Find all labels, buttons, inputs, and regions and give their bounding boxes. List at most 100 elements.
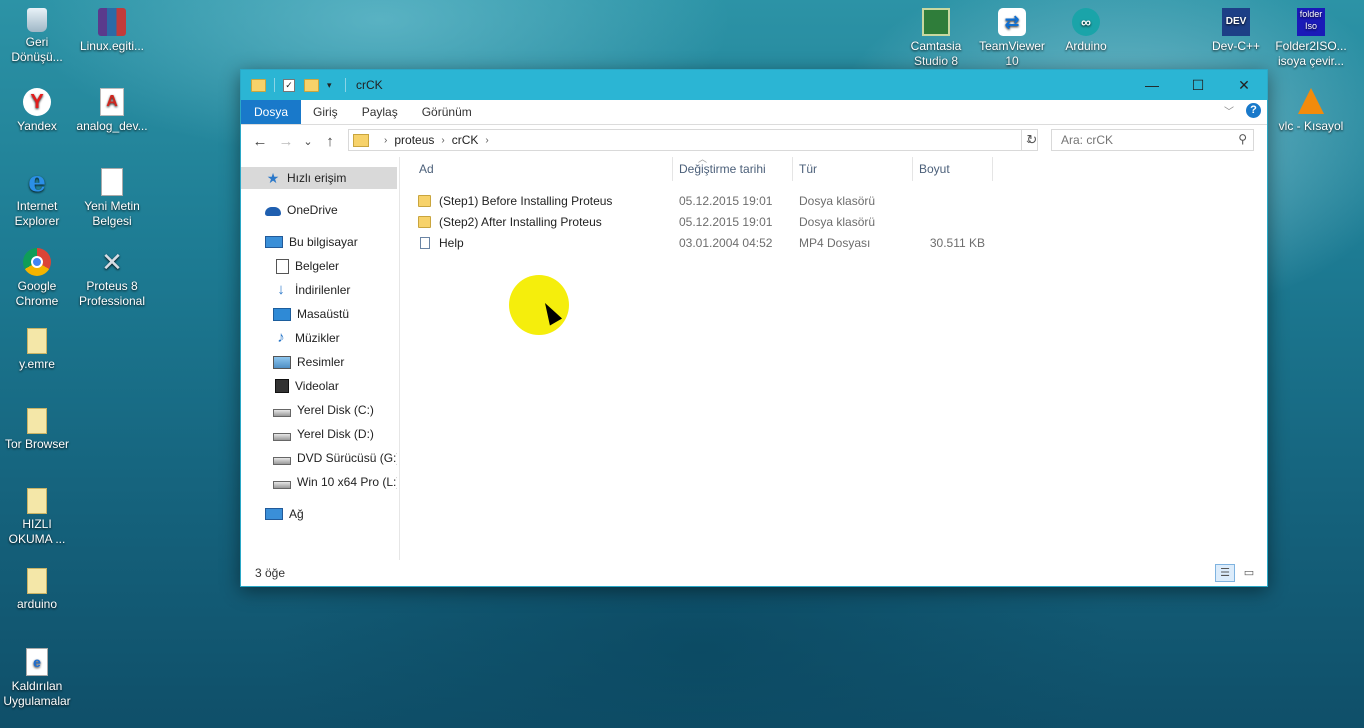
camtasia-icon: [922, 8, 950, 36]
nav-item-music[interactable]: ♪ Müzikler: [241, 327, 397, 349]
tab-giris[interactable]: Giriş: [301, 100, 350, 124]
nav-item-videos[interactable]: Videolar: [241, 375, 397, 397]
nav-item-this-pc[interactable]: Bu bilgisayar: [241, 231, 397, 253]
nav-item-downloads[interactable]: ↓ İndirilenler: [241, 279, 397, 301]
search-icon[interactable]: ⚲: [1238, 132, 1247, 146]
title-bar[interactable]: ✓ ▾ crCK — ☐ ✕: [241, 70, 1267, 100]
expand-ribbon-chevron-icon[interactable]: ﹀: [1224, 103, 1234, 118]
file-type: MP4 Dosyası: [799, 236, 871, 250]
new-folder-icon[interactable]: [304, 78, 319, 92]
winrar-archive-icon: [98, 8, 126, 36]
nav-item-label: Videolar: [295, 379, 339, 393]
properties-checkbox-icon[interactable]: ✓: [283, 78, 295, 92]
desktop-icon-folder2iso[interactable]: folder Iso Folder2ISO... isoya çevir...: [1274, 8, 1348, 69]
desktop-folder-icon: [273, 307, 291, 321]
desktop-icon-teamviewer[interactable]: ⇄ TeamViewer 10: [975, 8, 1049, 69]
nav-item-onedrive[interactable]: OneDrive: [241, 199, 397, 221]
desktop-icon-google-chrome[interactable]: Google Chrome: [0, 248, 74, 309]
address-bar[interactable]: › proteus › crCK › ⌄: [348, 129, 1038, 151]
tab-paylas[interactable]: Paylaş: [350, 100, 410, 124]
quick-access-toolbar: ✓ ▾: [241, 78, 354, 92]
desktop-icon-camtasia[interactable]: Camtasia Studio 8: [899, 8, 973, 69]
desktop-icon-hizli-okuma[interactable]: HIZLI OKUMA ...: [0, 488, 74, 547]
details-view-button[interactable]: ☰: [1215, 564, 1235, 582]
back-button[interactable]: ←: [247, 133, 273, 150]
file-row[interactable]: (Step1) Before Installing Proteus 05.12.…: [418, 191, 988, 212]
recent-locations-button[interactable]: ⌄: [299, 135, 317, 148]
nav-item-desktop[interactable]: Masaüstü: [241, 303, 397, 325]
file-row[interactable]: Help 03.01.2004 04:52 MP4 Dosyası 30.511…: [418, 233, 988, 254]
desktop-icon-kaldirilan[interactable]: e Kaldırılan Uygulamalar: [0, 648, 74, 709]
nav-item-label: Yerel Disk (C:): [297, 403, 374, 417]
column-header-size[interactable]: Boyut: [913, 157, 993, 181]
nav-item-label: DVD Sürücüsü (G:) l: [297, 451, 397, 465]
column-header-date-modified[interactable]: Değiştirme tarihi: [673, 157, 793, 181]
customize-toolbar-chevron-icon[interactable]: ▾: [327, 80, 337, 91]
nav-item-label: Resimler: [297, 355, 345, 369]
desktop-icon-yandex[interactable]: Y Yandex: [0, 88, 74, 134]
file-list-pane[interactable]: ︿ Ad Değiştirme tarihi Tür Boyut (Step1)…: [400, 154, 1267, 560]
desktop-icon-label: Tor Browser: [4, 437, 69, 451]
pdf-file-icon: A: [100, 88, 124, 116]
navigation-pane[interactable]: ★ Hızlı erişim OneDrive Bu bilgisayar Be…: [241, 157, 400, 560]
file-name: (Step2) After Installing Proteus: [439, 215, 602, 229]
help-icon[interactable]: ?: [1246, 103, 1261, 118]
window-controls: — ☐ ✕: [1129, 70, 1267, 100]
search-box[interactable]: ⚲: [1051, 129, 1254, 151]
nav-item-dvd-g[interactable]: DVD Sürücüsü (G:) l: [241, 447, 397, 469]
nav-item-label: Ağ: [289, 507, 304, 521]
vlc-icon: [1298, 88, 1324, 114]
desktop-icon-dev-cpp[interactable]: DEV Dev-C++: [1199, 8, 1273, 54]
maximize-button[interactable]: ☐: [1175, 70, 1221, 100]
downloads-icon: ↓: [277, 281, 285, 298]
folder-icon: [251, 78, 266, 92]
folder-icon: [418, 195, 431, 207]
desktop-icon-recycle-bin[interactable]: Geri Dönüşü...: [0, 8, 74, 65]
desktop-icon-vlc[interactable]: vlc - Kısayol: [1274, 88, 1348, 134]
desktop-icon-tor-browser[interactable]: Tor Browser: [0, 408, 74, 452]
window-title: crCK: [356, 78, 383, 92]
nav-item-label: Win 10 x64 Pro (L:): [297, 475, 397, 489]
explorer-body: ★ Hızlı erişim OneDrive Bu bilgisayar Be…: [241, 154, 1267, 560]
this-pc-icon: [265, 236, 283, 248]
desktop-icon-analog-dev[interactable]: A analog_dev...: [75, 88, 149, 134]
large-icons-view-button[interactable]: ▭: [1239, 564, 1259, 582]
file-name: (Step1) Before Installing Proteus: [439, 194, 613, 208]
nav-item-win10-l[interactable]: Win 10 x64 Pro (L:): [241, 471, 397, 493]
nav-item-pictures[interactable]: Resimler: [241, 351, 397, 373]
up-button[interactable]: ↑: [317, 133, 343, 150]
desktop-icon-proteus[interactable]: ✕ Proteus 8 Professional: [75, 248, 149, 309]
music-icon: ♪: [277, 329, 285, 346]
close-button[interactable]: ✕: [1221, 70, 1267, 100]
folder-icon: [353, 133, 369, 147]
nav-item-network[interactable]: Ağ: [241, 503, 397, 525]
file-row[interactable]: (Step2) After Installing Proteus 05.12.2…: [418, 212, 988, 233]
nav-item-disk-c[interactable]: Yerel Disk (C:): [241, 399, 397, 421]
tab-dosya[interactable]: Dosya: [241, 100, 302, 124]
desktop-icon-arduino[interactable]: ∞ Arduino: [1049, 8, 1123, 54]
desktop-icon-arduino-file[interactable]: arduino: [0, 568, 74, 612]
forward-button[interactable]: →: [273, 133, 299, 150]
minimize-button[interactable]: —: [1129, 70, 1175, 100]
search-input[interactable]: [1059, 132, 1233, 148]
desktop-icon-y-emre[interactable]: y.emre: [0, 328, 74, 372]
breadcrumb-separator[interactable]: ›: [485, 135, 488, 146]
nav-item-quick-access[interactable]: ★ Hızlı erişim: [241, 167, 397, 189]
onedrive-cloud-icon: [265, 207, 281, 216]
desktop-icon-internet-explorer[interactable]: e Internet Explorer: [0, 168, 74, 229]
tab-gorunum[interactable]: Görünüm: [410, 100, 484, 124]
desktop-icon-label: Dev-C++: [1211, 39, 1261, 53]
text-document-icon: [101, 168, 123, 196]
desktop-icon-yeni-metin[interactable]: Yeni Metin Belgesi: [75, 168, 149, 229]
navigation-bar: ← → ⌄ ↑ › proteus › crCK › ⌄ ↻ ⚲: [241, 125, 1267, 157]
desktop-icon-linux-egiti[interactable]: Linux.egiti...: [75, 8, 149, 54]
column-header-type[interactable]: Tür: [793, 157, 913, 181]
column-header-name[interactable]: Ad: [413, 157, 673, 181]
nav-item-disk-d[interactable]: Yerel Disk (D:): [241, 423, 397, 445]
file-icon: [27, 568, 47, 594]
nav-item-documents[interactable]: Belgeler: [241, 255, 397, 277]
breadcrumb-separator[interactable]: ›: [441, 135, 444, 146]
breadcrumb-proteus[interactable]: proteus: [394, 133, 434, 147]
refresh-button[interactable]: ↻: [1021, 130, 1042, 150]
breadcrumb-crck[interactable]: crCK: [452, 133, 479, 147]
